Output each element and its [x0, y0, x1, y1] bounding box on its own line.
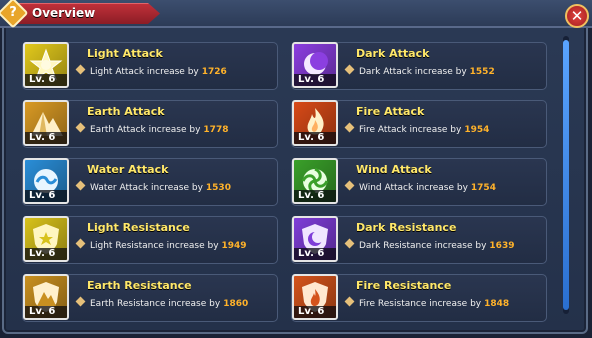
stat-name: Dark Attack [356, 47, 430, 60]
stat-description: Light Resistance increase by 1949 [75, 238, 247, 251]
wind-swirl-icon: Lv. 6 [292, 158, 338, 204]
water-wave-icon: Lv. 6 [23, 158, 69, 204]
level-badge: Lv. 6 [294, 74, 336, 86]
level-badge: Lv. 6 [294, 306, 336, 318]
diamond-bullet-icon [75, 296, 86, 307]
stat-card-light-resistance: Lv. 6 Light Resistance Light Resistance in… [22, 216, 278, 264]
level-badge: Lv. 6 [294, 190, 336, 202]
stat-name: Earth Resistance [87, 279, 192, 292]
diamond-bullet-icon [75, 238, 86, 249]
diamond-bullet-icon [75, 122, 86, 133]
stat-name: Water Attack [87, 163, 169, 176]
mountain-icon: Lv. 6 [23, 100, 69, 146]
dark-shield-icon: Lv. 6 [292, 216, 338, 262]
stat-description: Earth Attack increase by 1778 [75, 122, 229, 135]
stat-value: 1848 [484, 299, 510, 309]
stat-description: Dark Resistance increase by 1639 [344, 238, 515, 251]
level-badge: Lv. 6 [294, 132, 336, 144]
level-badge: Lv. 6 [25, 132, 67, 144]
sun-star-icon: Lv. 6 [23, 42, 69, 88]
stat-value: 1954 [464, 125, 490, 135]
diamond-bullet-icon [344, 180, 355, 191]
stat-card-light-attack: Lv. 6 Light Attack Light Attack increase b… [22, 42, 278, 90]
stat-description: Dark Attack increase by 1552 [344, 64, 495, 77]
diamond-bullet-icon [344, 238, 355, 249]
stat-description: Fire Resistance increase by 1848 [344, 296, 510, 309]
scrollbar-thumb[interactable] [563, 40, 569, 310]
stat-name: Dark Resistance [356, 221, 457, 234]
stat-card-wind-attack: Lv. 6 Wind Attack Wind Attack increase by 1… [291, 158, 547, 206]
earth-shield-icon: Lv. 6 [23, 274, 69, 320]
panel-title: Overview [32, 6, 96, 20]
diamond-bullet-icon [344, 64, 355, 75]
stat-card-dark-attack: Lv. 6 Dark Attack Dark Attack increase by 1… [291, 42, 547, 90]
stat-card-earth-attack: Lv. 6 Earth Attack Earth Attack increase b… [22, 100, 278, 148]
diamond-bullet-icon [75, 180, 86, 191]
stat-card-fire-attack: Lv. 6 Fire Attack Fire Attack increase by 1… [291, 100, 547, 148]
question-icon: ? [9, 5, 17, 20]
stat-card-dark-resistance: Lv. 6 Dark Resistance Dark Resistance incr… [291, 216, 547, 264]
stat-name: Light Resistance [87, 221, 190, 234]
diamond-bullet-icon [75, 64, 86, 75]
stat-card-water-attack: Lv. 6 Water Attack Water Attack increase b… [22, 158, 278, 206]
close-button[interactable]: ✕ [565, 4, 589, 28]
stat-value: 1552 [469, 67, 495, 77]
diamond-bullet-icon [344, 296, 355, 307]
stat-value: 1726 [201, 67, 227, 77]
stat-name: Wind Attack [356, 163, 432, 176]
diamond-bullet-icon [344, 122, 355, 133]
level-badge: Lv. 6 [25, 248, 67, 260]
stat-description: Light Attack increase by 1726 [75, 64, 227, 77]
level-badge: Lv. 6 [25, 190, 67, 202]
title-bar: Overview [0, 0, 592, 28]
flame-icon: Lv. 6 [292, 100, 338, 146]
stat-description: Wind Attack increase by 1754 [344, 180, 496, 193]
stat-name: Light Attack [87, 47, 163, 60]
stat-description: Fire Attack increase by 1954 [344, 122, 490, 135]
level-badge: Lv. 6 [294, 248, 336, 260]
stat-value: 1778 [203, 125, 229, 135]
level-badge: Lv. 6 [25, 74, 67, 86]
level-badge: Lv. 6 [25, 306, 67, 318]
close-icon: ✕ [570, 7, 584, 25]
stat-value: 1949 [221, 241, 247, 251]
stat-value: 1860 [223, 299, 249, 309]
fire-shield-icon: Lv. 6 [292, 274, 338, 320]
stat-value: 1530 [205, 183, 231, 193]
stat-value: 1639 [489, 241, 515, 251]
stat-name: Earth Attack [87, 105, 165, 118]
stat-name: Fire Resistance [356, 279, 452, 292]
stat-card-earth-resistance: Lv. 6 Earth Resistance Earth Resistance in… [22, 274, 278, 322]
light-shield-icon: Lv. 6 [23, 216, 69, 262]
stat-description: Earth Resistance increase by 1860 [75, 296, 249, 309]
stat-card-fire-resistance: Lv. 6 Fire Resistance Fire Resistance incr… [291, 274, 547, 322]
crescent-moon-icon: Lv. 6 [292, 42, 338, 88]
stat-name: Fire Attack [356, 105, 425, 118]
stat-description: Water Attack increase by 1530 [75, 180, 231, 193]
stat-value: 1754 [470, 183, 496, 193]
